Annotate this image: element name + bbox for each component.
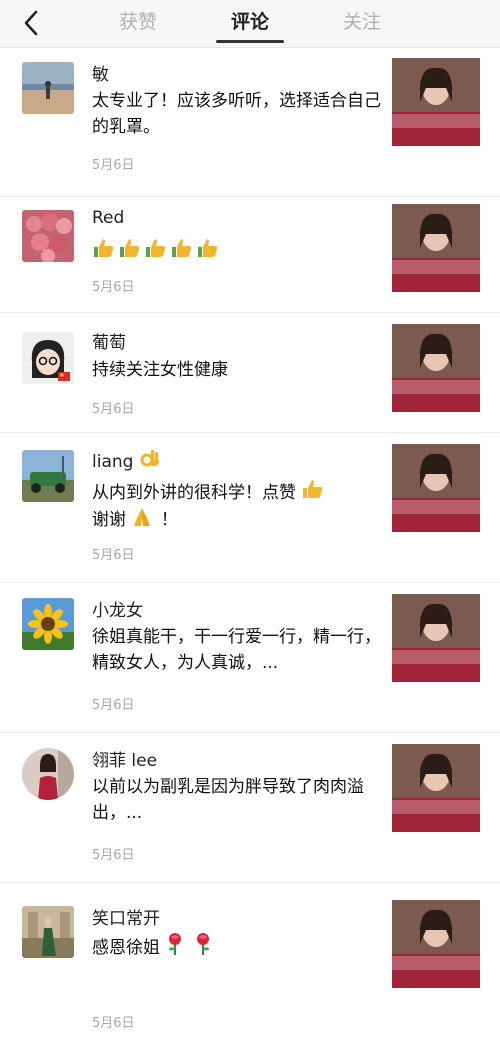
video-thumbnail[interactable] — [392, 900, 480, 988]
comment-item[interactable]: 翎菲 lee 以前以为副乳是因为胖导致了肉肉溢出，... 5月6日 — [0, 732, 500, 883]
comment-date: 5月6日 — [92, 548, 135, 563]
comment-date: 5月6日 — [92, 1016, 135, 1031]
thumbs-up-icon — [198, 239, 218, 257]
avatar[interactable] — [22, 598, 74, 650]
tab-bar: 获赞 评论 关注 — [0, 0, 500, 48]
ok-hand-icon — [140, 450, 159, 467]
avatar[interactable] — [22, 748, 74, 800]
comment-date: 5月6日 — [92, 402, 135, 417]
video-thumbnail[interactable] — [392, 594, 480, 682]
commenter-name[interactable]: 敏 — [92, 60, 109, 85]
comment-text — [92, 236, 382, 265]
video-thumbnail[interactable] — [392, 744, 480, 832]
avatar[interactable] — [22, 332, 74, 384]
top-bar: 获赞 评论 关注 — [0, 0, 500, 48]
thumbs-up-icon — [172, 239, 192, 257]
comment-date: 5月6日 — [92, 848, 135, 863]
commenter-name[interactable]: liang — [92, 448, 163, 472]
comment-item[interactable]: liang 从内到外讲的很科学！点赞 谢谢 ！ 5月6日 — [0, 432, 500, 583]
commenter-name[interactable]: 葡萄 — [92, 328, 126, 353]
comment-date: 5月6日 — [92, 698, 135, 713]
commenter-name[interactable]: Red — [92, 208, 124, 228]
avatar[interactable] — [22, 62, 74, 114]
tab-follows[interactable]: 关注 — [306, 0, 418, 48]
avatar[interactable] — [22, 906, 74, 958]
comment-text: 太专业了！应该多听听，选择适合自己的乳罩。 — [92, 91, 381, 137]
commenter-name[interactable]: 小龙女 — [92, 596, 143, 621]
comment-text: 从内到外讲的很科学！点赞 谢谢 ！ — [92, 477, 382, 533]
thumbs-up-icon — [146, 239, 166, 257]
thumbs-up-icon — [303, 480, 323, 498]
comment-date: 5月6日 — [92, 280, 135, 295]
commenter-name[interactable]: 翎菲 lee — [92, 746, 157, 771]
avatar[interactable] — [22, 450, 74, 502]
commenter-name[interactable]: 笑口常开 — [92, 904, 160, 929]
comment-text: 持续关注女性健康 — [92, 360, 228, 380]
video-thumbnail[interactable] — [392, 444, 480, 532]
video-thumbnail[interactable] — [392, 324, 480, 412]
comment-text: 徐姐真能干，干一行爱一行，精一行，精致女人，为人真诚，... — [92, 627, 381, 673]
video-thumbnail[interactable] — [392, 204, 480, 292]
rose-icon — [196, 933, 209, 955]
thumbs-up-icon — [120, 239, 140, 257]
video-thumbnail[interactable] — [392, 58, 480, 146]
rose-icon — [169, 933, 182, 955]
comment-text: 感恩徐姐 — [92, 932, 382, 961]
folded-hands-icon — [134, 508, 151, 526]
thumbs-up-icon — [94, 239, 114, 257]
comment-item[interactable]: 敏 太专业了！应该多听听，选择适合自己的乳罩。 5月6日 — [0, 48, 500, 197]
avatar[interactable] — [22, 210, 74, 262]
comment-item[interactable]: 小龙女 徐姐真能干，干一行爱一行，精一行，精致女人，为人真诚，... 5月6日 — [0, 582, 500, 733]
tab-likes[interactable]: 获赞 — [82, 0, 194, 48]
comment-item[interactable]: 笑口常开 感恩徐姐 5月6日 — [0, 882, 500, 1042]
comment-item[interactable]: 葡萄 持续关注女性健康 5月6日 — [0, 312, 500, 433]
tab-comments[interactable]: 评论 — [194, 0, 306, 48]
comment-item[interactable]: Red 5月6日 — [0, 196, 500, 313]
comment-text: 以前以为副乳是因为胖导致了肉肉溢出，... — [92, 777, 364, 823]
comment-date: 5月6日 — [92, 158, 135, 173]
